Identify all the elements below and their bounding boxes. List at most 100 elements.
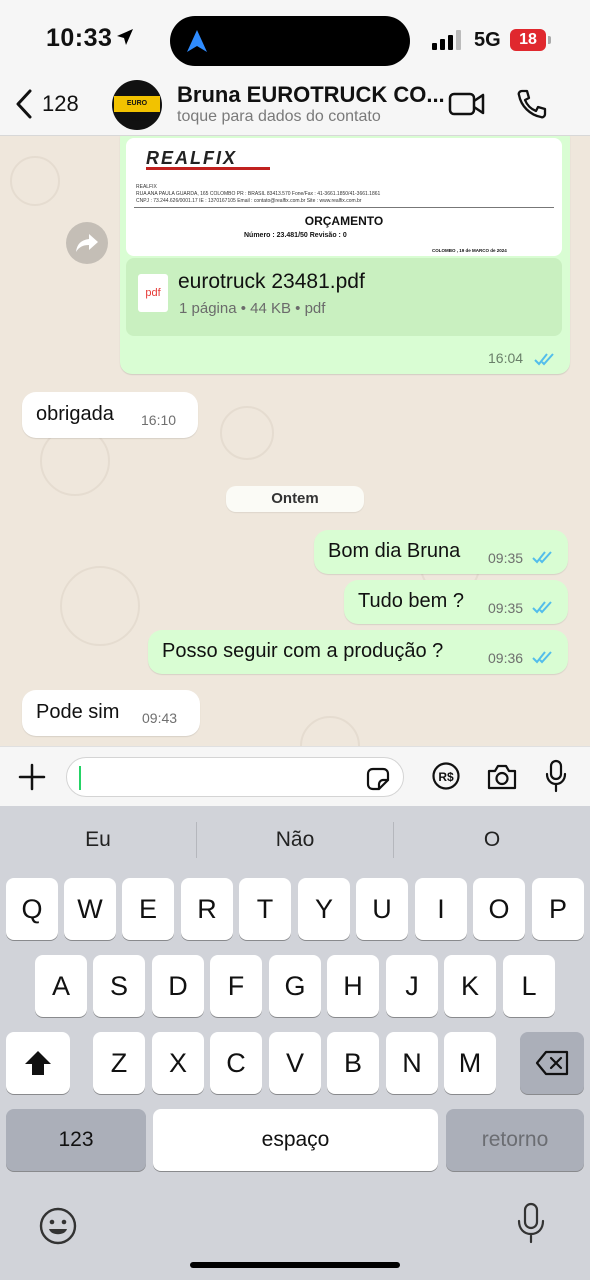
camera-icon bbox=[487, 764, 517, 790]
key-y[interactable]: Y bbox=[298, 878, 350, 940]
attach-button[interactable] bbox=[18, 763, 46, 796]
numbers-key[interactable]: 123 bbox=[6, 1109, 146, 1171]
wallpaper-doodle bbox=[300, 716, 360, 746]
avatar[interactable]: EURO TRUCK bbox=[112, 80, 162, 130]
wallpaper-doodle bbox=[220, 406, 274, 460]
battery-icon: 18 bbox=[510, 29, 551, 51]
status-bar: 10:33 5G 18 bbox=[0, 0, 590, 80]
key-v[interactable]: V bbox=[269, 1032, 321, 1094]
status-time: 10:33 bbox=[46, 24, 113, 52]
key-u[interactable]: U bbox=[356, 878, 408, 940]
key-x[interactable]: X bbox=[152, 1032, 204, 1094]
home-indicator[interactable] bbox=[190, 1262, 400, 1268]
video-call-button[interactable] bbox=[448, 90, 486, 123]
sticker-icon bbox=[366, 767, 390, 791]
key-p[interactable]: P bbox=[532, 878, 584, 940]
incoming-message[interactable]: obrigada 16:10 bbox=[22, 392, 198, 438]
video-camera-icon bbox=[448, 92, 485, 116]
dictation-button[interactable] bbox=[516, 1202, 546, 1249]
pdf-file-name: eurotruck 23481.pdf bbox=[178, 270, 365, 293]
outgoing-message[interactable]: Bom dia Bruna 09:35 bbox=[314, 530, 568, 574]
camera-button[interactable] bbox=[486, 763, 518, 796]
sticker-button[interactable] bbox=[365, 766, 391, 797]
pdf-preview-date: COLOMBO , 19 de MARCO de 2024 bbox=[432, 248, 507, 253]
key-c[interactable]: C bbox=[210, 1032, 262, 1094]
forward-button[interactable] bbox=[66, 222, 108, 264]
key-o[interactable]: O bbox=[473, 878, 525, 940]
forward-arrow-icon bbox=[76, 234, 98, 252]
chat-area[interactable]: REALFIX REALFIX RUA ANA PAULA GUARDA, 16… bbox=[0, 136, 590, 746]
key-a[interactable]: A bbox=[35, 955, 87, 1017]
dynamic-island bbox=[170, 16, 410, 66]
key-g[interactable]: G bbox=[269, 955, 321, 1017]
pdf-preview-brand: REALFIX bbox=[146, 148, 238, 168]
key-m[interactable]: M bbox=[444, 1032, 496, 1094]
message-text: Bom dia Bruna bbox=[328, 540, 461, 562]
outgoing-message[interactable]: Posso seguir com a produção ? 09:36 bbox=[148, 630, 568, 674]
key-n[interactable]: N bbox=[386, 1032, 438, 1094]
pdf-preview-line: REALFIX bbox=[136, 184, 157, 190]
key-r[interactable]: R bbox=[181, 878, 233, 940]
pdf-preview-number: Número : 23.481/50 Revisão : 0 bbox=[244, 232, 347, 239]
pdf-file-icon: pdf bbox=[138, 274, 168, 312]
key-i[interactable]: I bbox=[415, 878, 467, 940]
contact-name[interactable]: Bruna EUROTRUCK CO... bbox=[177, 82, 445, 108]
location-arrow-icon bbox=[116, 28, 134, 51]
emoji-button[interactable] bbox=[38, 1206, 78, 1251]
key-b[interactable]: B bbox=[327, 1032, 379, 1094]
key-k[interactable]: K bbox=[444, 955, 496, 1017]
incoming-message[interactable]: Pode sim 09:43 bbox=[22, 690, 200, 736]
key-j[interactable]: J bbox=[386, 955, 438, 1017]
pdf-preview-line: RUA ANA PAULA GUARDA, 165 COLOMBO PR : B… bbox=[136, 191, 381, 197]
key-e[interactable]: E bbox=[122, 878, 174, 940]
message-input-bar: R$ bbox=[0, 746, 590, 806]
key-q[interactable]: Q bbox=[6, 878, 58, 940]
return-key[interactable]: retorno bbox=[446, 1109, 584, 1171]
avatar-logo: EURO TRUCK bbox=[114, 96, 160, 123]
pdf-preview[interactable]: REALFIX REALFIX RUA ANA PAULA GUARDA, 16… bbox=[126, 138, 562, 256]
space-key[interactable]: espaço bbox=[153, 1109, 438, 1171]
message-text: obrigada bbox=[36, 403, 114, 425]
key-l[interactable]: L bbox=[503, 955, 555, 1017]
payment-button[interactable]: R$ bbox=[432, 762, 460, 795]
currency-real-icon: R$ bbox=[432, 762, 460, 790]
shift-arrow-icon bbox=[25, 1051, 51, 1075]
key-w[interactable]: W bbox=[64, 878, 116, 940]
microphone-icon bbox=[545, 759, 567, 793]
text-caret bbox=[79, 766, 81, 790]
outgoing-message[interactable]: Tudo bem ? 09:35 bbox=[344, 580, 568, 624]
keyboard: Eu Não O Q W E R T Y U I O P A S D F G H… bbox=[0, 806, 590, 1280]
message-input[interactable] bbox=[66, 757, 404, 797]
voice-message-button[interactable] bbox=[544, 759, 568, 798]
pdf-preview-title: ORÇAMENTO bbox=[304, 214, 384, 228]
message-text: Tudo bem ? bbox=[358, 590, 464, 612]
key-s[interactable]: S bbox=[93, 955, 145, 1017]
key-h[interactable]: H bbox=[327, 955, 379, 1017]
message-time: 09:35 bbox=[488, 550, 524, 566]
message-text: Posso seguir com a produção ? bbox=[162, 640, 444, 662]
key-t[interactable]: T bbox=[239, 878, 291, 940]
date-separator: Ontem bbox=[226, 486, 364, 512]
key-z[interactable]: Z bbox=[93, 1032, 145, 1094]
read-ticks-icon bbox=[532, 600, 554, 619]
message-time: 09:43 bbox=[142, 710, 178, 726]
contact-subtitle[interactable]: toque para dados do contato bbox=[177, 108, 381, 126]
key-f[interactable]: F bbox=[210, 955, 262, 1017]
suggestion-3[interactable]: O bbox=[394, 822, 590, 858]
backspace-key[interactable] bbox=[520, 1032, 584, 1094]
pdf-message[interactable]: REALFIX REALFIX RUA ANA PAULA GUARDA, 16… bbox=[120, 136, 570, 374]
message-text: Pode sim bbox=[36, 701, 120, 723]
pdf-preview-brand-underline bbox=[146, 167, 270, 170]
network-type: 5G bbox=[474, 29, 501, 51]
pdf-preview-line: CNPJ : 73.244.626/0001.17 IE : 137016710… bbox=[136, 198, 362, 204]
suggestion-2[interactable]: Não bbox=[197, 822, 393, 858]
shift-key[interactable] bbox=[6, 1032, 70, 1094]
back-button[interactable]: 128 bbox=[14, 88, 79, 120]
chevron-left-icon bbox=[16, 89, 32, 119]
key-d[interactable]: D bbox=[152, 955, 204, 1017]
message-time: 16:04 bbox=[488, 350, 524, 366]
pdf-file-row[interactable]: pdf eurotruck 23481.pdf 1 página • 44 KB… bbox=[126, 258, 562, 336]
microphone-icon bbox=[517, 1202, 545, 1244]
voice-call-button[interactable] bbox=[516, 88, 548, 125]
suggestion-1[interactable]: Eu bbox=[0, 822, 196, 858]
